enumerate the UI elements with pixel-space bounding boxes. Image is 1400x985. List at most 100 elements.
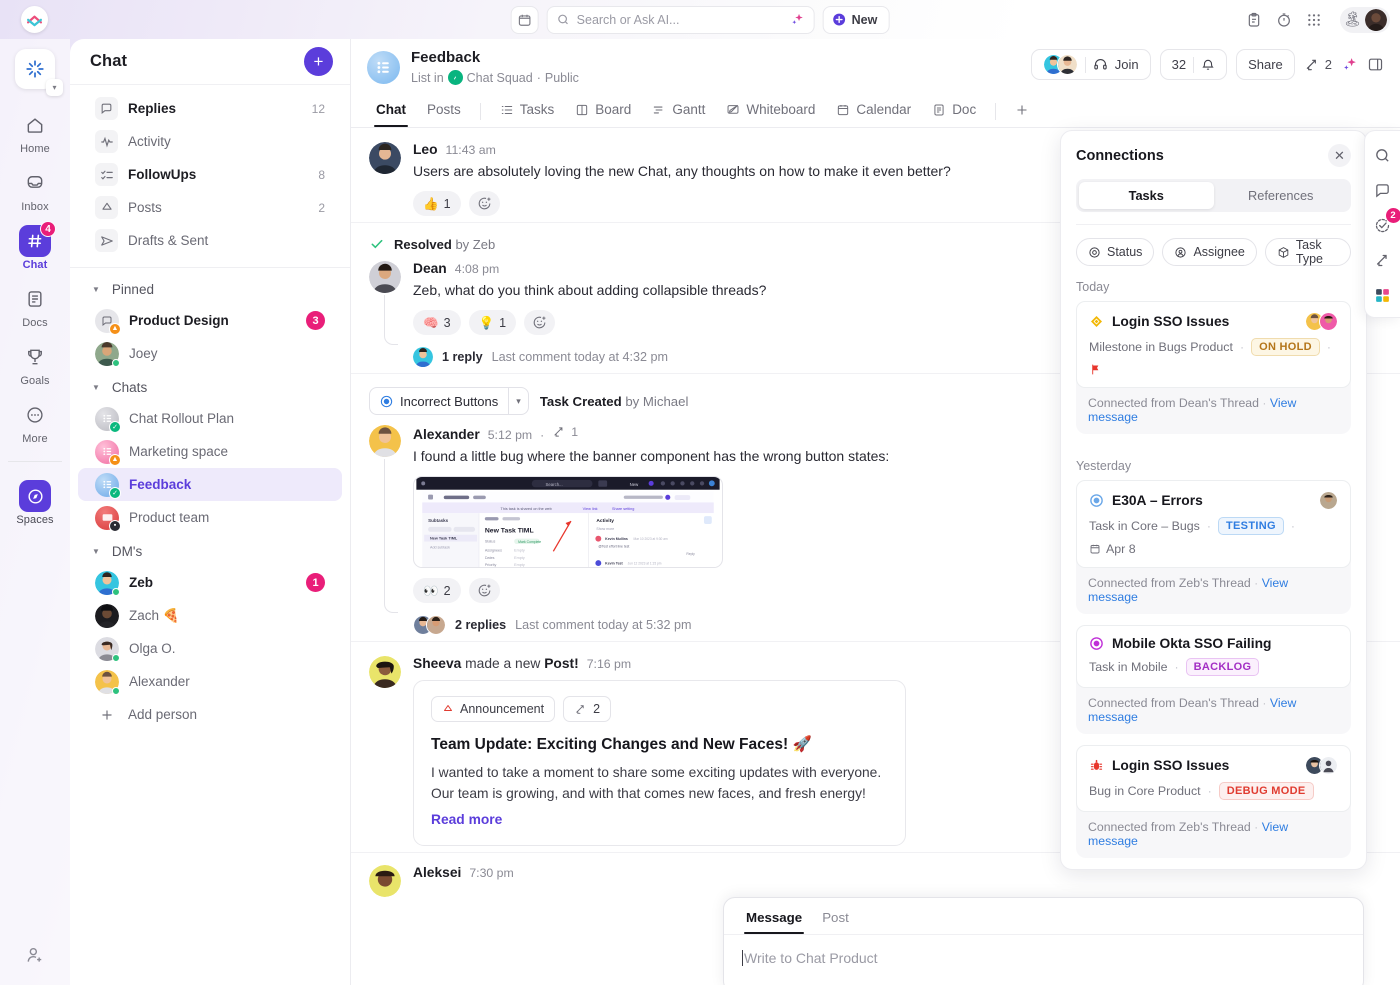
tab-board[interactable]: Board bbox=[566, 96, 640, 127]
tab-posts[interactable]: Posts bbox=[418, 96, 470, 127]
assignee-avatars[interactable] bbox=[1305, 312, 1338, 331]
sidebar-item-chat-rollout-plan[interactable]: ✓ Chat Rollout Plan bbox=[78, 402, 342, 435]
sidebar-add-person[interactable]: Add person bbox=[78, 698, 342, 731]
add-reaction-button[interactable] bbox=[524, 310, 556, 335]
tab-add-view[interactable] bbox=[1006, 97, 1038, 127]
sidebar-item-marketing-space[interactable]: ▲ Marketing space bbox=[78, 435, 342, 468]
comment-icon[interactable] bbox=[1371, 178, 1395, 202]
message-connections[interactable]: 1 bbox=[552, 425, 578, 439]
due-date[interactable]: Apr 8 bbox=[1089, 542, 1136, 556]
sidebar-item-posts[interactable]: Posts 2 bbox=[78, 191, 342, 224]
tab-calendar[interactable]: Calendar bbox=[827, 96, 920, 127]
filter-status[interactable]: Status bbox=[1076, 238, 1155, 266]
avatar[interactable] bbox=[369, 656, 401, 688]
panel-toggle-icon[interactable] bbox=[1367, 56, 1384, 73]
sidebar-group-dms[interactable]: ▼ DM's bbox=[70, 536, 350, 566]
rail-item-goals[interactable]: Goals bbox=[7, 335, 63, 393]
clipboard-icon[interactable] bbox=[1246, 12, 1262, 28]
sidebar-group-pinned[interactable]: ▼ Pinned bbox=[70, 274, 350, 304]
composer-tab-post[interactable]: Post bbox=[814, 907, 857, 934]
sidebar-item-product-design[interactable]: ▲ Product Design 3 bbox=[78, 304, 342, 337]
tab-doc[interactable]: Doc bbox=[923, 96, 985, 127]
sidebar-item-drafts-sent[interactable]: Drafts & Sent bbox=[78, 224, 342, 257]
announcement-badge[interactable]: Announcement bbox=[431, 696, 556, 722]
tab-chat[interactable]: Chat bbox=[367, 96, 415, 127]
sparkle-icon[interactable] bbox=[790, 12, 805, 27]
sidebar-item-feedback[interactable]: ✓ Feedback bbox=[78, 468, 342, 501]
sidebar-item-replies[interactable]: Replies 12 bbox=[78, 92, 342, 125]
read-more-link[interactable]: Read more bbox=[431, 812, 502, 827]
rail-item-home[interactable]: Home bbox=[7, 103, 63, 161]
apps-icon[interactable] bbox=[1371, 283, 1395, 307]
connections-panel[interactable]: Connections ✕ Tasks References Status As… bbox=[1060, 130, 1367, 870]
new-chat-button[interactable]: + bbox=[304, 47, 333, 76]
post-card[interactable]: Announcement 2 Team Update: Exciting Cha… bbox=[413, 680, 906, 846]
sidebar-item-followups[interactable]: FollowUps 8 bbox=[78, 158, 342, 191]
connections-count-button[interactable]: 2 bbox=[1304, 57, 1332, 73]
composer-input[interactable]: Write to Chat Product bbox=[724, 935, 1363, 981]
sidebar-item-alexander[interactable]: Alexander bbox=[78, 665, 342, 698]
ai-sparkle-icon[interactable] bbox=[1341, 56, 1358, 73]
assignee-avatars[interactable] bbox=[1305, 756, 1338, 775]
members-button[interactable]: 32 bbox=[1159, 49, 1228, 80]
sidebar-item-olga-o[interactable]: Olga O. bbox=[78, 632, 342, 665]
add-reaction-button[interactable] bbox=[468, 191, 500, 216]
breadcrumb-space[interactable]: Chat Squad bbox=[467, 71, 533, 85]
sidebar-scroll[interactable]: Replies 12 Activity FollowUps 8 Posts 2 … bbox=[70, 85, 350, 985]
assignee-avatars[interactable] bbox=[1319, 491, 1338, 510]
connection-card[interactable]: Mobile Okta SSO Failing Task in Mobile ·… bbox=[1076, 625, 1351, 734]
rail-item-more[interactable]: More bbox=[7, 393, 63, 451]
connection-card[interactable]: E30A – Errors Task in Core – Bugs · TEST… bbox=[1076, 480, 1351, 614]
rail-item-spaces[interactable]: Spaces bbox=[7, 474, 63, 532]
filter-task-type[interactable]: Task Type bbox=[1264, 238, 1351, 266]
message-composer[interactable]: Message Post Write to Chat Product bbox=[723, 897, 1364, 985]
connections-arrows-icon[interactable] bbox=[1371, 248, 1395, 272]
workspace-switcher[interactable]: ▾ bbox=[15, 49, 63, 96]
post-connections-badge[interactable]: 2 bbox=[563, 696, 612, 722]
join-button[interactable]: Join bbox=[1030, 49, 1151, 80]
connection-card[interactable]: Login SSO Issues Milestone in Bugs Produ… bbox=[1076, 301, 1351, 434]
rail-item-chat[interactable]: 4 Chat bbox=[7, 219, 63, 277]
sidebar-item-activity[interactable]: Activity bbox=[78, 125, 342, 158]
attachment-screenshot[interactable]: Search... New This task is shared on the… bbox=[413, 476, 723, 568]
sidebar-group-chats[interactable]: ▼ Chats bbox=[70, 372, 350, 402]
member-avatars[interactable] bbox=[1042, 54, 1078, 75]
avatar[interactable] bbox=[369, 142, 401, 174]
reaction-chip[interactable]: 🧠 3 bbox=[413, 310, 461, 335]
topbar-avatars[interactable]: 🏝 bbox=[1339, 6, 1390, 33]
rail-item-inbox[interactable]: Inbox bbox=[7, 161, 63, 219]
avatar[interactable] bbox=[369, 865, 401, 897]
chevron-down-icon[interactable]: ▾ bbox=[46, 79, 63, 96]
avatar[interactable] bbox=[369, 425, 401, 457]
reaction-chip[interactable]: 👀 2 bbox=[413, 578, 461, 603]
connection-card[interactable]: Login SSO Issues Bug in Core Product · D… bbox=[1076, 745, 1351, 858]
reaction-chip[interactable]: 👍 1 bbox=[413, 191, 461, 216]
bell-icon[interactable] bbox=[1201, 58, 1215, 72]
rail-item-docs[interactable]: Docs bbox=[7, 277, 63, 335]
composer-tab-message[interactable]: Message bbox=[738, 907, 810, 934]
tab-gantt[interactable]: Gantt bbox=[643, 96, 714, 127]
add-reaction-button[interactable] bbox=[468, 578, 500, 603]
workspace-logo-icon[interactable] bbox=[21, 6, 48, 33]
tab-tasks[interactable]: Tasks bbox=[491, 96, 564, 127]
search-icon[interactable] bbox=[1371, 143, 1395, 167]
sidebar-item-zach[interactable]: Zach 🍕 bbox=[78, 599, 342, 632]
sidebar-item-product-team[interactable]: ▪ Product team bbox=[78, 501, 342, 534]
stopwatch-icon[interactable] bbox=[1276, 12, 1292, 28]
reaction-chip[interactable]: 💡 1 bbox=[468, 310, 517, 335]
close-icon[interactable]: ✕ bbox=[1328, 144, 1351, 167]
task-chip[interactable]: Incorrect Buttons ▾ bbox=[369, 387, 529, 415]
add-person-icon[interactable] bbox=[25, 945, 45, 965]
tab-whiteboard[interactable]: Whiteboard bbox=[717, 96, 824, 127]
avatar[interactable] bbox=[369, 261, 401, 293]
chevron-down-icon[interactable]: ▾ bbox=[508, 388, 528, 414]
share-button[interactable]: Share bbox=[1236, 49, 1295, 80]
filter-assignee[interactable]: Assignee bbox=[1162, 238, 1257, 266]
segment-tasks[interactable]: Tasks bbox=[1079, 182, 1214, 209]
avatar[interactable] bbox=[1365, 8, 1387, 31]
calendar-icon[interactable] bbox=[510, 5, 539, 34]
segment-references[interactable]: References bbox=[1214, 182, 1349, 209]
search-input[interactable]: Search or Ask AI... bbox=[546, 5, 815, 34]
apps-grid-icon[interactable] bbox=[1306, 12, 1322, 28]
sidebar-item-zeb[interactable]: Zeb 1 bbox=[78, 566, 342, 599]
